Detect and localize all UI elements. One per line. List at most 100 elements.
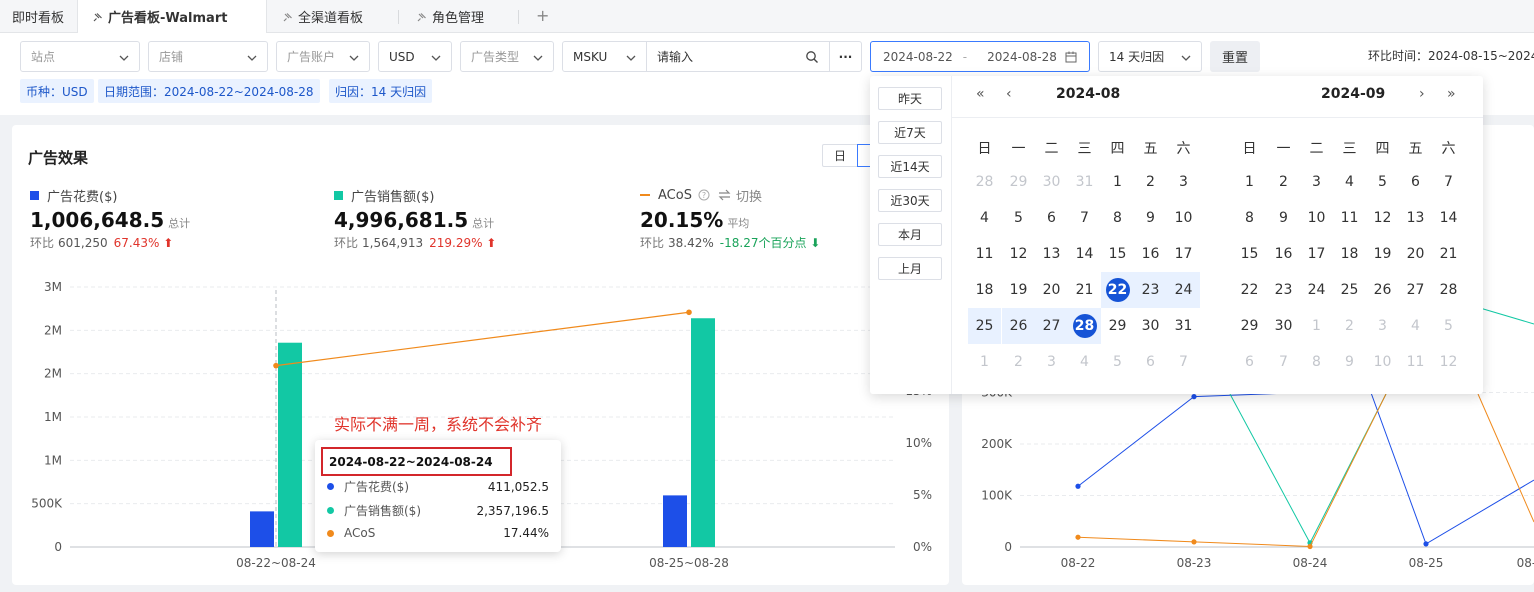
calendar-day[interactable]: 6 (1399, 164, 1432, 200)
prev-month-button[interactable]: ‹ (1006, 86, 1012, 102)
calendar-day[interactable]: 21 (1432, 236, 1465, 272)
calendar-day[interactable]: 12 (1366, 200, 1399, 236)
calendar-day[interactable]: 14 (1068, 236, 1101, 272)
calendar-day[interactable]: 20 (1399, 236, 1432, 272)
calendar-day[interactable]: 2 (1267, 164, 1300, 200)
quick-this-month[interactable]: 本月 (878, 223, 942, 246)
calendar-day[interactable]: 6 (1035, 200, 1068, 236)
calendar-day[interactable]: 23 (1134, 272, 1167, 308)
quick-last-7-days[interactable]: 近7天 (878, 121, 942, 144)
quick-last-30-days[interactable]: 近30天 (878, 189, 942, 212)
calendar-day[interactable]: 31 (1167, 308, 1200, 344)
calendar-day[interactable]: 15 (1233, 236, 1266, 272)
calendar-day[interactable]: 5 (1432, 308, 1465, 344)
calendar-day[interactable]: 10 (1366, 344, 1399, 380)
calendar-day[interactable]: 9 (1134, 200, 1167, 236)
calendar-day[interactable]: 14 (1432, 200, 1465, 236)
calendar-day[interactable]: 2 (1333, 308, 1366, 344)
prev-year-button[interactable]: « (976, 86, 985, 102)
calendar-day[interactable]: 8 (1101, 200, 1134, 236)
calendar-day[interactable]: 28 (1432, 272, 1465, 308)
calendar-day[interactable]: 9 (1267, 200, 1300, 236)
calendar-day[interactable]: 11 (1399, 344, 1432, 380)
calendar-day[interactable]: 6 (1134, 344, 1167, 380)
calendar-day[interactable]: 29 (1233, 308, 1266, 344)
calendar-day[interactable]: 22 (1101, 272, 1134, 308)
calendar-day[interactable]: 24 (1167, 272, 1200, 308)
quick-yesterday[interactable]: 昨天 (878, 87, 942, 110)
calendar-day[interactable]: 7 (1267, 344, 1300, 380)
calendar-day[interactable]: 30 (1035, 164, 1068, 200)
quick-last-14-days[interactable]: 近14天 (878, 155, 942, 178)
weekday-header: 一 (1011, 141, 1026, 157)
calendar-day[interactable]: 1 (1300, 308, 1333, 344)
calendar-day[interactable]: 4 (968, 200, 1001, 236)
quick-last-month[interactable]: 上月 (878, 257, 942, 280)
calendar-day[interactable]: 8 (1300, 344, 1333, 380)
x-tick-label: 08-22 (1061, 556, 1096, 570)
calendar-day[interactable]: 1 (1233, 164, 1266, 200)
calendar-day[interactable]: 10 (1167, 200, 1200, 236)
calendar-day[interactable]: 1 (1101, 164, 1134, 200)
calendar-day[interactable]: 29 (1101, 308, 1134, 344)
calendar-day[interactable]: 2 (1134, 164, 1167, 200)
weekday-header: 五 (1408, 141, 1423, 157)
calendar-day[interactable]: 24 (1300, 272, 1333, 308)
calendar-day[interactable]: 7 (1167, 344, 1200, 380)
calendar-day[interactable]: 19 (1366, 236, 1399, 272)
calendar-day[interactable]: 9 (1333, 344, 1366, 380)
calendar-day[interactable]: 4 (1068, 344, 1101, 380)
calendar-day[interactable]: 17 (1167, 236, 1200, 272)
calendar-day[interactable]: 16 (1134, 236, 1167, 272)
calendar-day[interactable]: 7 (1068, 200, 1101, 236)
calendar-day[interactable]: 27 (1035, 308, 1068, 344)
calendar-day[interactable]: 3 (1167, 164, 1200, 200)
calendar-day[interactable]: 11 (1333, 200, 1366, 236)
calendar-day[interactable]: 20 (1035, 272, 1068, 308)
calendar-day[interactable]: 1 (968, 344, 1001, 380)
calendar-day[interactable]: 26 (1002, 308, 1035, 344)
calendar-day[interactable]: 11 (968, 236, 1001, 272)
calendar-day[interactable]: 27 (1399, 272, 1432, 308)
calendar-day[interactable]: 3 (1035, 344, 1068, 380)
calendar-day[interactable]: 22 (1233, 272, 1266, 308)
calendar-day[interactable]: 5 (1002, 200, 1035, 236)
calendar-day[interactable]: 4 (1399, 308, 1432, 344)
calendar-day[interactable]: 4 (1333, 164, 1366, 200)
calendar-day[interactable]: 13 (1399, 200, 1432, 236)
calendar-day[interactable]: 30 (1267, 308, 1300, 344)
calendar-day[interactable]: 12 (1002, 236, 1035, 272)
calendar-day[interactable]: 8 (1233, 200, 1266, 236)
calendar-day[interactable]: 5 (1101, 344, 1134, 380)
calendar-day[interactable]: 16 (1267, 236, 1300, 272)
calendar-day[interactable]: 3 (1366, 308, 1399, 344)
calendar-day[interactable]: 23 (1267, 272, 1300, 308)
calendar-day[interactable]: 12 (1432, 344, 1465, 380)
next-month-button[interactable]: › (1419, 86, 1425, 102)
calendar-day[interactable]: 7 (1432, 164, 1465, 200)
calendar-day[interactable]: 5 (1366, 164, 1399, 200)
calendar-day[interactable]: 31 (1068, 164, 1101, 200)
calendar-day[interactable]: 2 (1002, 344, 1035, 380)
calendar-day[interactable]: 28 (1068, 308, 1101, 344)
calendar-day[interactable]: 28 (968, 164, 1001, 200)
calendar-day[interactable]: 10 (1300, 200, 1333, 236)
calendar-day[interactable]: 6 (1233, 344, 1266, 380)
calendar-day[interactable]: 29 (1002, 164, 1035, 200)
chart-tooltip: 2024-08-22~2024-08-24 广告花费($) 411,052.5 广… (315, 440, 561, 552)
calendar-day[interactable]: 15 (1101, 236, 1134, 272)
calendar-day[interactable]: 18 (1333, 236, 1366, 272)
calendar-day[interactable]: 19 (1002, 272, 1035, 308)
range-end-day[interactable]: 28 (1072, 314, 1097, 338)
calendar-day[interactable]: 25 (1333, 272, 1366, 308)
calendar-day[interactable]: 18 (968, 272, 1001, 308)
next-year-button[interactable]: » (1447, 86, 1456, 102)
calendar-day[interactable]: 21 (1068, 272, 1101, 308)
calendar-day[interactable]: 25 (968, 308, 1001, 344)
calendar-day[interactable]: 13 (1035, 236, 1068, 272)
calendar-day[interactable]: 26 (1366, 272, 1399, 308)
range-start-day[interactable]: 22 (1105, 278, 1130, 302)
calendar-day[interactable]: 30 (1134, 308, 1167, 344)
calendar-day[interactable]: 17 (1300, 236, 1333, 272)
calendar-day[interactable]: 3 (1300, 164, 1333, 200)
